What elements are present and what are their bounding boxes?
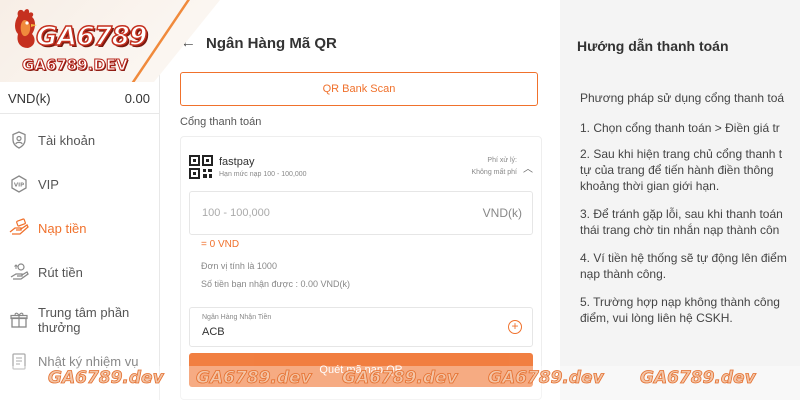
sidebar-item-account[interactable]: Tài khoản <box>0 118 160 162</box>
deposit-hand-icon <box>8 217 30 239</box>
sidebar-item-withdraw[interactable]: Rút tiền <box>0 250 160 294</box>
balance-bar: VND(k) 0.00 <box>0 84 160 114</box>
guide-line: 5. Trường hợp nạp không thành công <box>580 295 780 309</box>
watermark-text: GA6789.dev <box>488 368 604 389</box>
gateway-fee: Phí xử lý: Không mất phí <box>471 155 517 179</box>
sidebar-item-vip[interactable]: VIP VIP <box>0 162 160 206</box>
unit-info: Đơn vị tính là 1000 <box>201 261 277 271</box>
amount-placeholder: 100 - 100,000 <box>202 207 270 219</box>
sidebar-item-label: VIP <box>38 176 59 192</box>
sidebar-item-label: Nạp tiền <box>38 220 87 236</box>
receive-info: Số tiền bạn nhận được : 0.00 VND(k) <box>201 279 351 289</box>
guide-line: 3. Để tránh gặp lỗi, sau khi thanh toán <box>580 207 783 221</box>
guide-line: khoảng thời gian giới hạn. <box>580 179 720 193</box>
balance-currency: VND(k) <box>8 91 51 106</box>
chevron-up-icon[interactable]: ︿ <box>523 160 533 175</box>
gift-icon <box>8 309 30 331</box>
logo-text: GA6789 <box>35 21 148 53</box>
watermark-text: GA6789.dev <box>48 368 164 389</box>
page-title: Ngân Hàng Mã QR <box>206 34 337 52</box>
sidebar-item-label: Tài khoản <box>38 132 96 148</box>
logo-subtext: GA6789.DEV <box>22 56 129 75</box>
vip-badge-icon: VIP <box>8 173 30 195</box>
converted-amount: = 0 VND <box>201 239 240 250</box>
qr-code-icon <box>189 155 213 179</box>
guide-line: thái trang chờ tin nhắn nạp thành côn <box>580 223 780 237</box>
guide-line: Phương pháp sử dụng cổng thanh toá <box>580 91 785 105</box>
payment-gateway-label: Cổng thanh toán <box>180 116 262 128</box>
balance-amount: 0.00 <box>124 91 150 106</box>
watermark-text: GA6789.dev <box>196 368 312 389</box>
guide-line: 2. Sau khi hiện trang chủ cổng thanh t <box>580 147 783 161</box>
plus-circle-icon[interactable]: + <box>508 320 522 334</box>
amount-unit: VND(k) <box>482 206 522 220</box>
sidebar-item-rewards[interactable]: Trung tâm phần thưởng <box>0 294 160 346</box>
svg-text:VIP: VIP <box>14 183 24 189</box>
page-header: ← Ngân Hàng Mã QR <box>180 34 337 52</box>
user-shield-icon <box>8 129 30 151</box>
fee-value: Không mất phí <box>471 169 517 176</box>
sidebar-item-label: Rút tiền <box>38 264 83 280</box>
sidebar-item-deposit[interactable]: Nạp tiền <box>0 206 160 250</box>
bank-field-value: ACB <box>202 326 225 338</box>
bank-field-label: Ngân Hàng Nhận Tiền <box>202 314 272 321</box>
payment-guide: Hướng dẫn thanh toán Phương pháp sử dụng… <box>560 0 800 400</box>
receiving-bank-select[interactable]: Ngân Hàng Nhận Tiền ACB + <box>189 307 533 347</box>
fee-label: Phí xử lý: <box>487 157 517 164</box>
guide-line: điểm, vui lòng liên hệ CSKH. <box>580 311 733 325</box>
withdraw-icon <box>8 261 30 283</box>
watermark-text: GA6789.dev <box>342 368 458 389</box>
watermark-strip: GA6789.dev GA6789.dev GA6789.dev GA6789.… <box>0 360 800 400</box>
guide-line: tự của trang để tiến hành điền thông <box>580 163 774 177</box>
guide-title: Hướng dẫn thanh toán <box>577 38 729 54</box>
amount-input[interactable]: 100 - 100,000 VND(k) <box>189 191 533 235</box>
watermark-text: GA6789.dev <box>640 368 756 389</box>
gateway-selector[interactable]: fastpay Hạn mức nạp 100 - 100,000 Phí xử… <box>189 147 533 187</box>
gateway-name: fastpay <box>219 156 255 168</box>
deposit-panel: ← Ngân Hàng Mã QR QR Bank Scan Cổng than… <box>160 0 560 400</box>
sidebar-nav: Tài khoản VIP VIP Nạp tiền Rút tiền Trun… <box>0 118 160 376</box>
guide-line: nạp thành công. <box>580 267 667 281</box>
guide-line: 1. Chọn cổng thanh toán > Điền giá tr <box>580 121 780 135</box>
guide-line: 4. Ví tiền hệ thống sẽ tự động lên điểm <box>580 251 787 265</box>
gateway-limit: Hạn mức nạp 100 - 100,000 <box>219 171 307 178</box>
sidebar-item-label: Trung tâm phần thưởng <box>38 305 130 335</box>
qr-bank-scan-button[interactable]: QR Bank Scan <box>180 72 538 106</box>
